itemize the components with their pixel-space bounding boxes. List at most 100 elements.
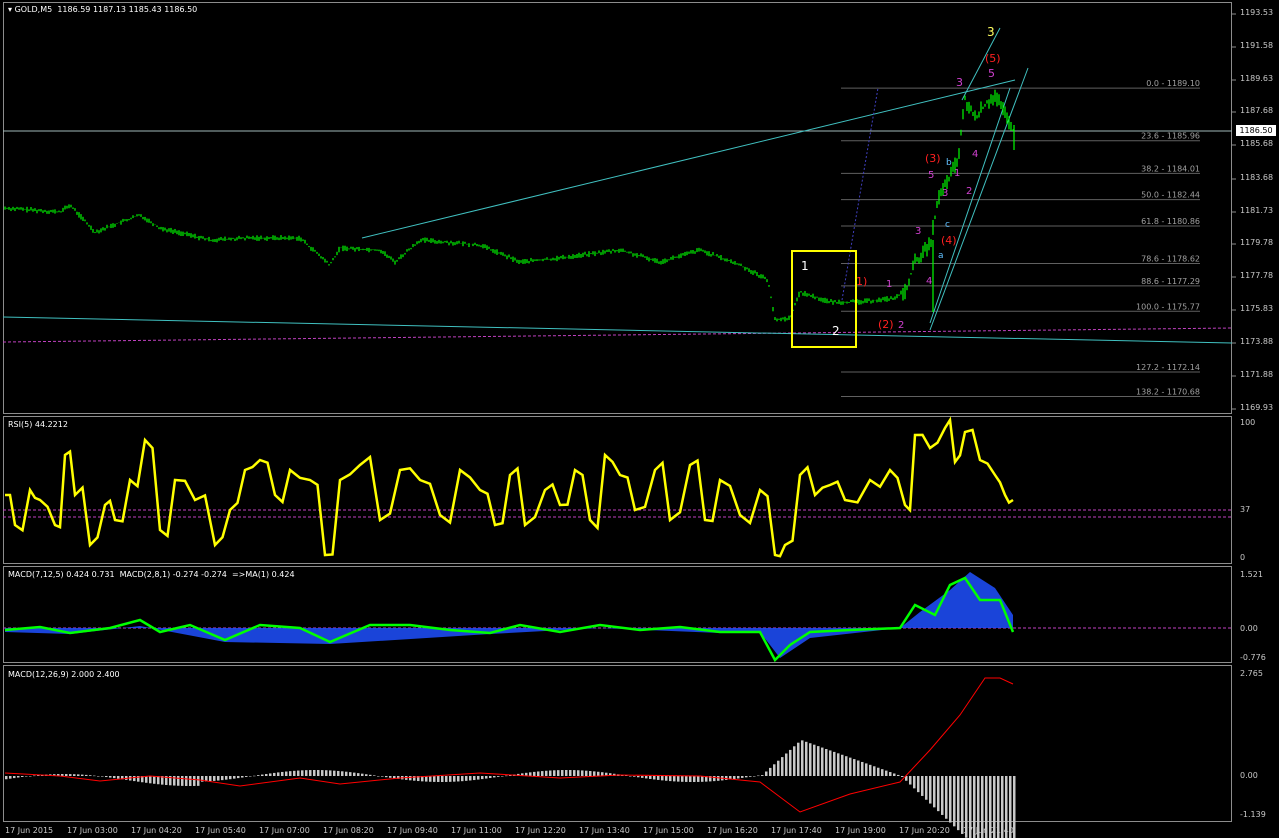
macd2-bar <box>857 760 860 776</box>
wave-label-a: a <box>938 251 944 261</box>
macd2-bar <box>901 776 904 777</box>
time-label: 17 Jun 20:20 <box>899 826 950 835</box>
current-price-badge: 1186.50 <box>1236 125 1276 136</box>
price-label: 1179.78 <box>1240 238 1274 247</box>
macd2-bar <box>357 773 360 776</box>
macd2-bar <box>561 770 564 776</box>
trendline[interactable] <box>929 87 1011 324</box>
macd-slow-axis-zero: 0.00 <box>1240 771 1258 780</box>
wave-label-m1: 1 <box>886 279 892 290</box>
macd2-bar <box>553 770 556 776</box>
macd2-bar <box>305 770 308 776</box>
macd2-signal-line <box>4 677 1014 813</box>
macd2-bar <box>889 772 892 776</box>
macd2-bar <box>821 747 824 776</box>
macd2-bar <box>949 776 952 823</box>
price-label: 1177.78 <box>1240 271 1274 280</box>
macd-slow-axis-bottom: -1.139 <box>1240 810 1266 819</box>
macd2-bar <box>157 776 160 785</box>
macd2-bar <box>349 772 352 776</box>
macd2-bar <box>449 776 452 782</box>
wave-label-c: c <box>945 220 950 230</box>
price-label: 1187.68 <box>1240 106 1274 115</box>
macd2-bar <box>837 753 840 776</box>
macd2-bar <box>657 776 660 780</box>
macd2-bar <box>289 771 292 776</box>
macd2-bar <box>457 776 460 782</box>
macd2-bar <box>805 741 808 776</box>
macd2-bar <box>313 770 316 776</box>
macd2-bar <box>773 764 776 776</box>
macd2-bar <box>865 763 868 776</box>
macd2-bar <box>545 770 548 776</box>
macd2-bar <box>469 776 472 781</box>
symbol-name: GOLD,M5 <box>14 5 53 14</box>
macd2-bar <box>249 776 252 777</box>
macd2-bar <box>873 766 876 776</box>
macd2-bar <box>257 775 260 776</box>
macd2-bar <box>589 771 592 776</box>
price-label: 1169.93 <box>1240 403 1274 412</box>
macd-fast-line <box>4 576 1015 663</box>
macd2-bar <box>325 770 328 776</box>
wave-label-5p: (5) <box>985 52 1001 65</box>
macd2-bar <box>541 771 544 776</box>
rsi-line <box>5 416 1014 558</box>
macd2-bar <box>761 775 764 776</box>
macd2-bar <box>501 776 504 777</box>
price-label: 1189.63 <box>1240 74 1274 83</box>
macd2-bar <box>149 776 152 784</box>
wave-label-s4: 4 <box>972 149 978 160</box>
macd2-bar <box>801 740 804 776</box>
macd2-bar <box>65 774 68 776</box>
wave-label-2p: (2) <box>878 318 894 331</box>
macd2-bar <box>481 776 484 780</box>
macd2-bar <box>881 769 884 776</box>
macd2-bar <box>641 776 644 778</box>
macd2-bar <box>73 774 76 776</box>
macd2-bar <box>933 776 936 808</box>
macd2-bar <box>777 760 780 776</box>
rsi-axis-37: 37 <box>1240 505 1251 514</box>
price-label: 1173.88 <box>1240 337 1274 346</box>
dotted-projection-line[interactable] <box>841 87 879 301</box>
macd2-bar <box>877 767 880 776</box>
trendline[interactable] <box>361 79 1016 239</box>
macd2-bar <box>749 776 752 777</box>
macd2-bar <box>753 776 756 777</box>
trendline[interactable] <box>2 316 1233 344</box>
macd2-bar <box>785 753 788 776</box>
macd2-bar <box>673 776 676 782</box>
macd2-bar <box>133 776 136 782</box>
macd2-bar <box>329 770 332 776</box>
macd2-bar <box>81 774 84 776</box>
macd2-bar <box>669 776 672 782</box>
macd2-bar <box>233 776 236 779</box>
macd2-bar <box>633 776 636 777</box>
macd2-bar <box>741 776 744 778</box>
macd2-bar <box>185 776 188 786</box>
macd2-bar <box>33 775 36 777</box>
macd2-bar <box>637 776 640 778</box>
wave-label-m4: 4 <box>926 276 932 287</box>
macd2-bar <box>17 776 20 778</box>
macd2-bar <box>221 776 224 781</box>
macd2-bar <box>849 757 852 776</box>
macd2-bar <box>285 771 288 776</box>
macd2-bar <box>293 770 296 776</box>
fib-level-label: 38.2 - 1184.01 <box>1141 164 1200 173</box>
trendline[interactable] <box>929 67 1029 331</box>
macd2-bar <box>793 746 796 776</box>
macd2-bar <box>817 746 820 776</box>
time-label: 17 Jun 13:40 <box>579 826 630 835</box>
wave-label-1: 1 <box>801 259 809 273</box>
macd2-bar <box>557 770 560 776</box>
macd2-bar <box>581 770 584 776</box>
macd2-bar <box>25 776 28 777</box>
macd2-bar <box>489 776 492 779</box>
wave-label-s5: 5 <box>988 67 995 80</box>
macd2-bar <box>937 776 940 812</box>
macd2-bar <box>281 771 284 776</box>
price-label: 1185.68 <box>1240 139 1274 148</box>
fib-level-label: 23.6 - 1185.96 <box>1141 132 1200 141</box>
